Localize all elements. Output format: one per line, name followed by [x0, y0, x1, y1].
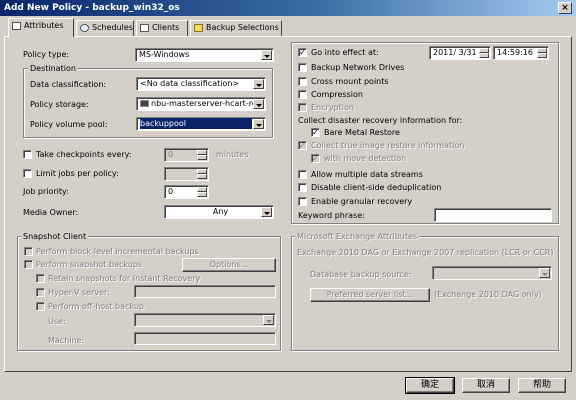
block-level-label: Perform block level incremental backups — [36, 247, 199, 256]
policy-type-label: Policy type: — [23, 50, 70, 59]
offhost-checkbox[interactable] — [36, 302, 45, 311]
move-detection-checkbox[interactable]: ✓ — [311, 154, 320, 163]
preferred-server-list-button[interactable]: Preferred server list... — [310, 288, 430, 302]
tab-schedules[interactable]: Schedules — [76, 20, 134, 36]
compression-checkbox[interactable] — [298, 90, 307, 99]
multiple-streams-checkbox[interactable] — [298, 170, 307, 179]
exchange-description: Exchange 2010 DAG or Exchange 2007 repli… — [297, 248, 554, 257]
offhost-label: Perform off-host backup — [48, 302, 144, 311]
keyword-input[interactable] — [434, 208, 552, 222]
storage-icon — [140, 100, 149, 107]
spinner-icon — [479, 48, 489, 58]
tab-backup-selections[interactable]: Backup Selections — [190, 20, 282, 36]
go-into-effect-label: Go into effect at: — [311, 48, 379, 57]
spinner-icon — [537, 48, 547, 58]
multiple-streams-label: Allow multiple data streams — [311, 170, 423, 179]
disable-dedup-checkbox[interactable] — [298, 183, 307, 192]
volume-pool-label: Policy volume pool: — [30, 120, 108, 129]
tab-clients[interactable]: Clients — [136, 20, 188, 36]
tab-attributes[interactable]: Attributes — [8, 18, 74, 37]
options-button[interactable]: Options... — [182, 258, 276, 272]
data-classification-select[interactable]: <No data classification> — [136, 77, 266, 91]
window-title: Add New Policy - backup_win32_os — [0, 0, 576, 16]
chevron-down-icon — [261, 207, 272, 217]
granular-recovery-checkbox[interactable] — [298, 197, 307, 206]
media-owner-select[interactable]: Any — [164, 205, 274, 219]
job-priority-label: Job priority: — [23, 187, 69, 196]
spinner-icon — [197, 187, 207, 197]
close-icon[interactable]: × — [558, 2, 572, 14]
bmr-checkbox[interactable]: ✓ — [311, 128, 320, 137]
hyperv-input[interactable] — [134, 285, 276, 298]
data-classification-label: Data classification: — [30, 80, 107, 89]
compression-label: Compression — [311, 90, 363, 99]
spinner-icon — [197, 169, 207, 179]
checkpoints-input[interactable]: 0 — [164, 148, 209, 162]
spinner-icon — [197, 150, 207, 160]
hyperv-label: Hyper-V server: — [48, 288, 110, 297]
network-drives-label: Backup Network Drives — [311, 63, 405, 72]
db-source-select[interactable] — [432, 266, 552, 280]
move-detection-label: with move detection — [324, 154, 407, 163]
checkpoints-checkbox[interactable] — [23, 150, 32, 159]
limit-jobs-label: Limit jobs per policy: — [36, 169, 119, 178]
block-level-checkbox[interactable] — [24, 247, 33, 256]
use-select[interactable] — [134, 313, 276, 327]
network-drives-checkbox[interactable] — [298, 63, 307, 72]
document-icon — [12, 21, 21, 30]
chevron-down-icon — [539, 268, 550, 278]
snapshot-client-title: Snapshot Client — [21, 232, 89, 241]
go-into-effect-checkbox[interactable]: ✓ — [298, 48, 307, 57]
machine-label: Machine: — [48, 336, 85, 345]
encryption-label: Encryption — [311, 103, 354, 112]
job-priority-input[interactable]: 0 — [164, 185, 209, 199]
chevron-down-icon — [261, 50, 272, 60]
help-button[interactable]: 帮助 — [518, 378, 566, 393]
perform-snapshot-checkbox[interactable] — [24, 260, 33, 269]
cross-mount-label: Cross mount points — [311, 77, 389, 86]
effect-time-input[interactable]: 14:59:16 — [493, 46, 549, 60]
folder-icon — [194, 23, 203, 32]
perform-snapshot-label: Perform snapshot backups — [36, 260, 143, 269]
chevron-down-icon — [253, 119, 264, 129]
disable-dedup-label: Disable client-side deduplication — [311, 183, 442, 192]
true-image-label: Collect true image restore information — [311, 141, 465, 150]
exchange-title: Microsoft Exchange Attributes — [295, 232, 420, 241]
true-image-checkbox[interactable]: ✓ — [298, 141, 307, 150]
volume-pool-select[interactable]: backuppool — [136, 117, 266, 131]
policy-storage-select[interactable]: nbu-masterserver-hcart-ro — [136, 97, 266, 111]
keyword-label: Keyword phrase: — [298, 211, 365, 220]
destination-title: Destination — [28, 64, 78, 73]
media-owner-label: Media Owner: — [23, 208, 79, 217]
chevron-down-icon — [253, 79, 264, 89]
checkpoints-unit: minutes — [216, 150, 249, 159]
clock-icon — [80, 23, 89, 32]
ok-button[interactable]: 确定 — [405, 377, 455, 394]
retain-snapshots-label: Retain snapshots for Instant Recovery — [48, 274, 201, 283]
checkpoints-label: Take checkpoints every: — [36, 150, 132, 159]
collect-dr-label: Collect disaster recovery information fo… — [298, 116, 463, 125]
limit-jobs-checkbox[interactable] — [23, 169, 32, 178]
use-label: Use: — [48, 317, 66, 326]
cancel-button[interactable]: 取消 — [462, 378, 510, 393]
chevron-down-icon — [263, 315, 274, 325]
policy-storage-label: Policy storage: — [30, 100, 89, 109]
bmr-label: Bare Metal Restore — [324, 128, 400, 137]
preferred-note: (Exchange 2010 DAG only) — [434, 290, 542, 299]
machine-input[interactable] — [134, 332, 276, 345]
db-source-label: Database backup source: — [310, 270, 412, 279]
computer-icon — [140, 23, 149, 32]
retain-snapshots-checkbox[interactable] — [36, 274, 45, 283]
effect-date-input[interactable]: 2011/ 3/31 — [429, 46, 491, 60]
encryption-checkbox[interactable] — [298, 103, 307, 112]
hyperv-checkbox[interactable] — [36, 288, 45, 297]
limit-jobs-input[interactable] — [164, 167, 209, 181]
granular-recovery-label: Enable granular recovery — [311, 197, 413, 206]
cross-mount-checkbox[interactable] — [298, 77, 307, 86]
policy-type-select[interactable]: MS-Windows — [135, 48, 274, 62]
chevron-down-icon — [253, 99, 264, 109]
